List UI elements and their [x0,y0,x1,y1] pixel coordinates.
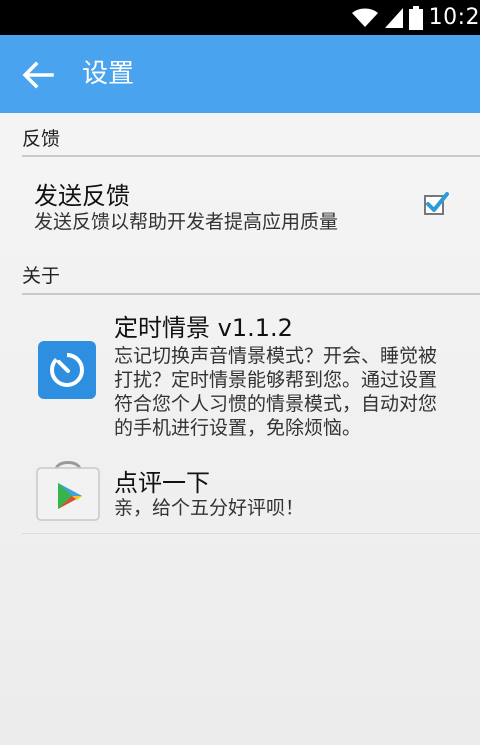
status-icons: 10:2 [351,0,480,35]
preference-title: 发送反馈 [34,182,130,210]
status-bar: 10:2 [0,0,480,35]
timer-app-icon [37,340,97,404]
section-header-feedback: 反馈 [22,128,61,150]
signal-icon [384,7,403,28]
status-time: 10:2 [428,5,480,30]
app-description: 忘记切换声音情景模式？开会、睡觉被 打扰？定时情景能够帮到您。通过设置 符合您个… [114,344,437,440]
battery-icon [408,5,423,30]
page-title: 设置 [82,59,135,89]
section-header-about: 关于 [22,265,61,287]
feedback-checkbox[interactable] [422,190,450,218]
preference-summary: 发送反馈以帮助开发者提高应用质量 [34,211,339,233]
rate-summary: 亲，给个五分好评呗！ [114,497,305,519]
list-divider [22,533,480,534]
description-line: 的手机进行设置，免除烦恼。 [114,417,362,439]
wifi-icon [351,8,378,27]
rate-title: 点评一下 [114,469,210,497]
app-bar: 设置 [0,35,480,113]
back-arrow-icon[interactable] [18,55,58,95]
section-divider [22,155,480,157]
play-store-icon [34,456,102,528]
section-divider [22,293,480,295]
app-name-version: 定时情景 v1.1.2 [114,314,293,342]
description-line: 忘记切换声音情景模式？开会、睡觉被 [114,345,438,367]
description-line: 符合您个人习惯的情景模式，自动对您 [114,393,438,415]
description-line: 打扰？定时情景能够帮到您。通过设置 [114,369,438,391]
